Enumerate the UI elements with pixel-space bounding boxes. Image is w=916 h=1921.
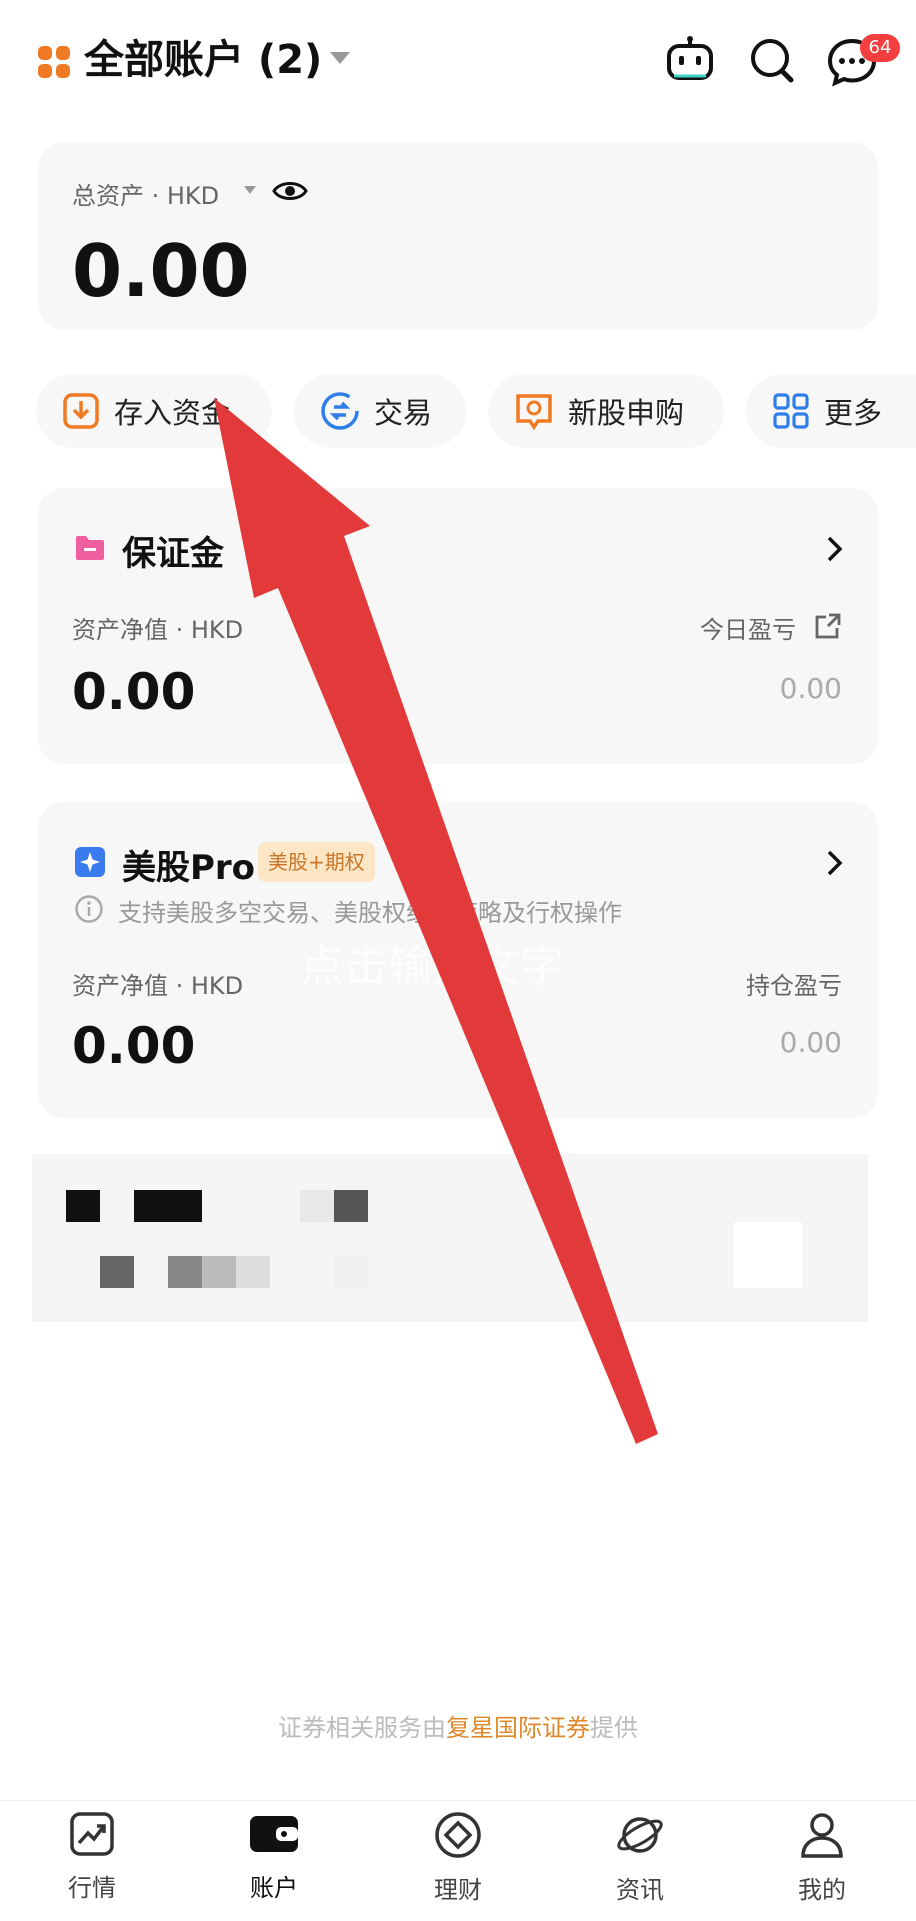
finance-icon — [435, 1812, 481, 1858]
tab-wealth-label: 理财 — [434, 1876, 482, 1904]
info-icon[interactable] — [74, 894, 104, 924]
footer-broker-link[interactable]: 复星国际证券 — [446, 1714, 590, 1742]
tab-news-label: 资讯 — [616, 1876, 664, 1904]
chevron-down-icon[interactable] — [330, 52, 350, 64]
chart-icon — [70, 1812, 114, 1856]
margin-pnl-value: 0.00 — [779, 672, 842, 705]
search-icon[interactable] — [746, 34, 798, 86]
planet-icon — [617, 1817, 663, 1853]
tab-me[interactable]: 我的 — [762, 1810, 882, 1905]
us-pro-title: 美股Pro — [122, 848, 256, 888]
margin-net-label: 资产净值 · HKD — [72, 616, 244, 644]
share-icon[interactable] — [812, 612, 842, 642]
us-pro-pnl-label: 持仓盈亏 — [746, 972, 842, 1000]
footer-prefix: 证券相关服务由 — [278, 1714, 446, 1742]
chevron-right-icon[interactable] — [824, 848, 846, 878]
us-pro-description: 支持美股多空交易、美股权组合策略及行权操作 — [118, 893, 622, 928]
more-button[interactable]: 更多 — [746, 374, 916, 448]
us-pro-net-value: 0.00 — [72, 1017, 196, 1075]
account-switcher[interactable]: 全部账户 (2) — [84, 30, 322, 90]
robot-icon[interactable] — [664, 34, 716, 86]
star-sparkle-icon — [75, 847, 105, 877]
total-assets-label: 总资产 · HKD — [72, 182, 220, 210]
ipo-button[interactable]: 新股申购 — [488, 374, 724, 448]
folder-icon — [76, 536, 104, 560]
deposit-label: 存入资金 — [114, 396, 231, 430]
us-pro-description-tail: 权组合策略及行权操作 — [382, 899, 622, 927]
total-assets-value: 0.00 — [72, 229, 250, 313]
deposit-button[interactable]: 存入资金 — [36, 374, 272, 448]
margin-net-value: 0.00 — [72, 663, 196, 721]
tab-market[interactable]: 行情 — [32, 1810, 152, 1903]
more-grid-icon — [773, 393, 809, 429]
watermark-text: 点击输入文字 — [300, 941, 564, 992]
tab-wealth[interactable]: 理财 — [398, 1810, 518, 1905]
tab-market-label: 行情 — [68, 1874, 116, 1902]
margin-pnl-label: 今日盈亏 — [700, 616, 796, 644]
grid-logo-icon — [38, 46, 70, 78]
trade-label: 交易 — [374, 396, 433, 430]
profile-icon — [801, 1813, 843, 1858]
exchange-icon — [321, 392, 359, 430]
tab-account[interactable]: 账户 — [214, 1810, 334, 1903]
top-header: 全部账户 (2) 64 — [0, 0, 916, 120]
currency-caret-icon[interactable] — [244, 186, 256, 194]
ipo-icon — [516, 394, 552, 431]
us-pro-pnl-value: 0.00 — [779, 1026, 842, 1059]
tab-me-label: 我的 — [798, 1876, 846, 1904]
tab-news[interactable]: 资讯 — [580, 1810, 700, 1905]
trade-button[interactable]: 交易 — [294, 374, 466, 448]
ipo-label: 新股申购 — [568, 396, 685, 430]
wallet-icon — [250, 1816, 298, 1852]
tab-account-label: 账户 — [250, 1874, 298, 1902]
eye-icon[interactable] — [272, 176, 308, 206]
footer-suffix: 提供 — [590, 1714, 638, 1742]
us-pro-description-head: 支持美股多空交易、美股 — [118, 899, 382, 927]
deposit-icon — [63, 393, 99, 429]
chevron-right-icon[interactable] — [824, 534, 846, 564]
us-pro-net-label: 资产净值 · HKD — [72, 972, 244, 1000]
notification-badge: 64 — [860, 34, 900, 62]
more-label: 更多 — [824, 396, 883, 430]
censored-banner — [32, 1154, 868, 1322]
service-provider-note: 证券相关服务由复星国际证券提供 — [0, 1708, 916, 1743]
us-pro-tag: 美股+期权 — [258, 842, 375, 882]
margin-account-title: 保证金 — [122, 534, 224, 574]
